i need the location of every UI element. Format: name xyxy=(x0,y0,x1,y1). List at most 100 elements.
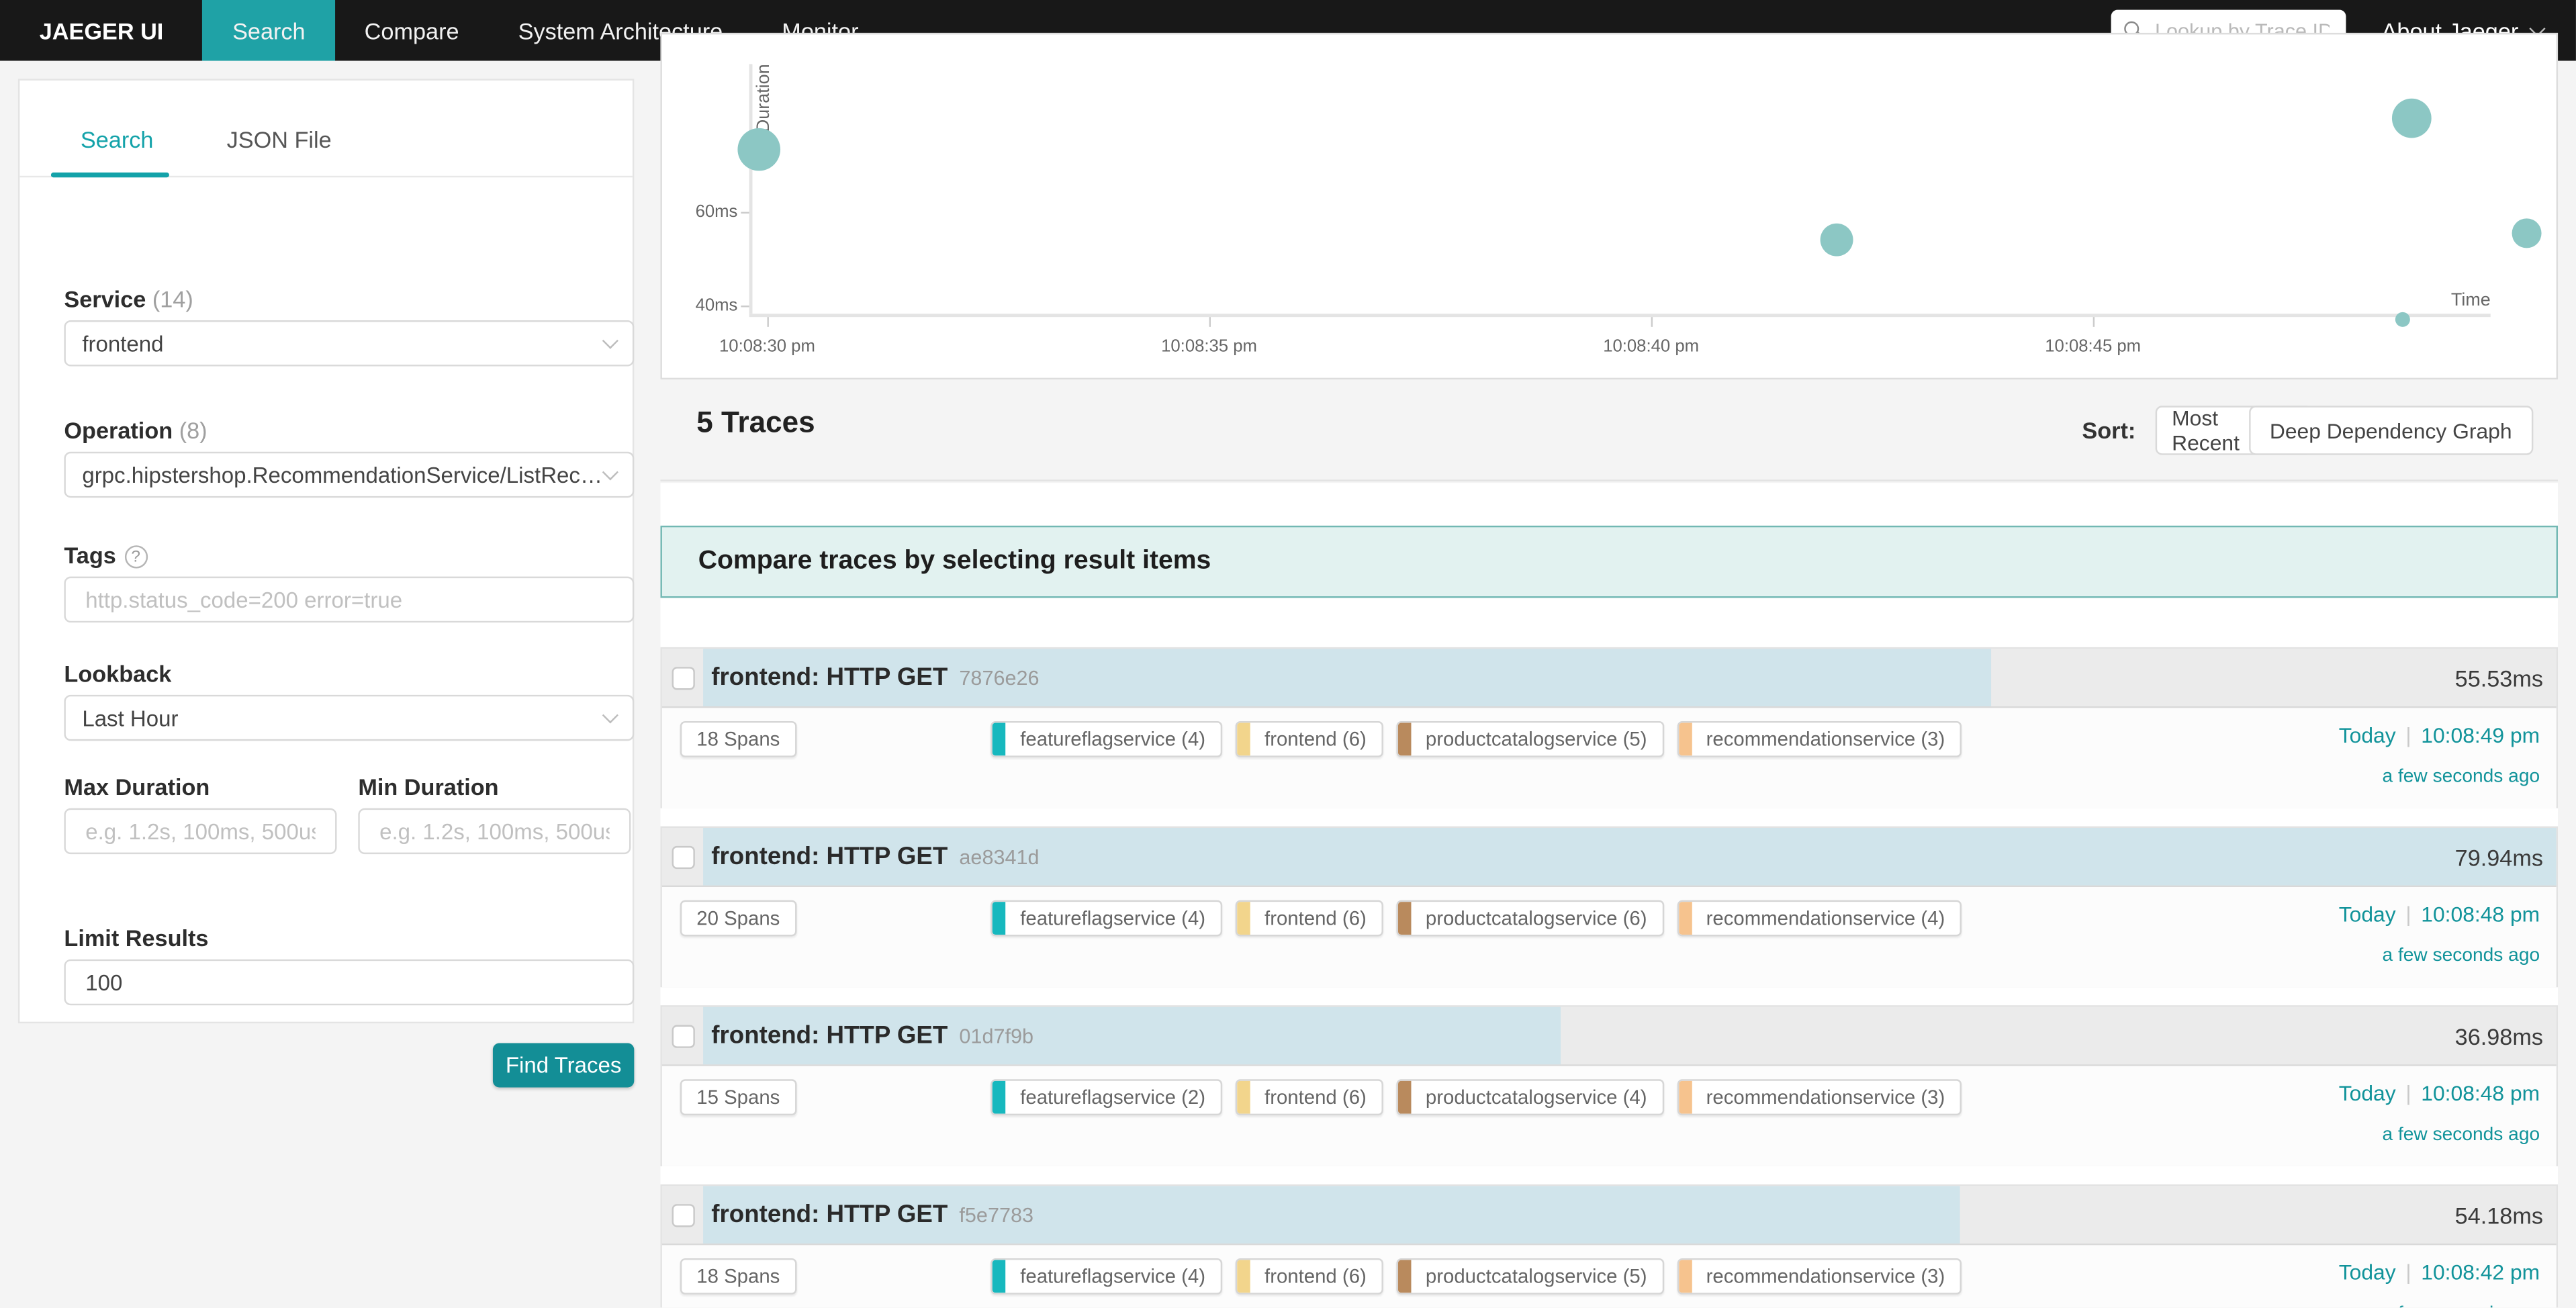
trace-relative-time: a few seconds ago xyxy=(2383,1304,2540,1307)
trace-compare-checkbox[interactable] xyxy=(672,667,695,690)
trace-card-header: frontend: HTTP GETf5e7783 54.18ms xyxy=(662,1186,2557,1245)
trace-card-body: 18 Spans featureflagservice (4)frontend … xyxy=(662,1245,2557,1307)
trace-title[interactable]: frontend: HTTP GET01d7f9b xyxy=(711,1022,1033,1050)
service-color-swatch xyxy=(1397,1260,1411,1293)
trace-title[interactable]: frontend: HTTP GETf5e7783 xyxy=(711,1201,1033,1229)
max-duration-input[interactable] xyxy=(82,817,318,845)
service-tags: featureflagservice (2)frontend (6)produc… xyxy=(991,1079,1962,1115)
trace-id: 7876e26 xyxy=(959,667,1039,690)
service-tag: productcatalogservice (6) xyxy=(1396,900,1663,937)
trace-relative-time: a few seconds ago xyxy=(2383,1125,2540,1145)
x-tick-label: 10:08:30 pm xyxy=(693,337,841,357)
tags-input[interactable] xyxy=(82,586,616,614)
tags-label: Tags? xyxy=(64,542,147,568)
y-axis-title: Duration xyxy=(754,64,774,132)
service-color-swatch xyxy=(993,1260,1006,1293)
x-tick-mark xyxy=(1209,317,1211,327)
trace-duration: 79.94ms xyxy=(2455,844,2543,870)
trace-scatter-point[interactable] xyxy=(2395,312,2409,327)
limit-results-field xyxy=(64,960,634,1005)
trace-id: f5e7783 xyxy=(959,1204,1033,1227)
service-color-swatch xyxy=(1678,1260,1692,1293)
trace-title[interactable]: frontend: HTTP GETae8341d xyxy=(711,843,1039,871)
x-tick-label: 10:08:35 pm xyxy=(1135,337,1283,357)
y-axis-line xyxy=(749,64,753,314)
trace-id: ae8341d xyxy=(959,846,1039,869)
service-color-swatch xyxy=(993,1081,1006,1114)
service-color-swatch xyxy=(1236,902,1250,935)
service-tag: featureflagservice (4) xyxy=(991,721,1222,757)
service-tag: frontend (6) xyxy=(1235,900,1383,937)
trace-list: frontend: HTTP GET7876e26 55.53ms 18 Spa… xyxy=(660,647,2558,1307)
y-tick-mark xyxy=(741,306,749,307)
tags-field xyxy=(64,577,634,622)
chevron-down-icon xyxy=(602,333,618,349)
datetime-separator: | xyxy=(2396,722,2422,747)
trace-result-card[interactable]: frontend: HTTP GET01d7f9b 36.98ms 15 Spa… xyxy=(660,1005,2558,1166)
trace-datetime: Today|10:08:42 pm xyxy=(2339,1260,2540,1284)
trace-time: 10:08:48 pm xyxy=(2421,902,2540,927)
trace-result-card[interactable]: frontend: HTTP GET7876e26 55.53ms 18 Spa… xyxy=(660,647,2558,808)
span-count-badge: 18 Spans xyxy=(680,1258,796,1295)
trace-title[interactable]: frontend: HTTP GET7876e26 xyxy=(711,663,1039,692)
trace-scatter-point[interactable] xyxy=(737,128,780,171)
service-tag: frontend (6) xyxy=(1235,1079,1383,1115)
trace-compare-checkbox[interactable] xyxy=(672,1204,695,1227)
lookback-label: Lookback xyxy=(64,660,171,686)
service-color-swatch xyxy=(1397,902,1411,935)
service-tag: recommendationservice (3) xyxy=(1677,1258,1962,1295)
service-tag: productcatalogservice (5) xyxy=(1396,1258,1663,1295)
tab-search[interactable]: Search xyxy=(81,126,154,152)
trace-result-card[interactable]: frontend: HTTP GETae8341d 79.94ms 20 Spa… xyxy=(660,827,2558,988)
x-tick-label: 10:08:45 pm xyxy=(2019,337,2167,357)
service-color-swatch xyxy=(993,722,1006,755)
duration-scatter-card: Duration Time 60ms40ms10:08:30 pm10:08:3… xyxy=(660,33,2558,379)
lookback-select[interactable]: Last Hour xyxy=(64,695,634,741)
trace-scatter-point[interactable] xyxy=(1821,223,1853,256)
compare-banner: Compare traces by selecting result items xyxy=(660,526,2558,598)
datetime-separator: | xyxy=(2396,1260,2422,1284)
chevron-down-icon xyxy=(602,707,618,723)
trace-date: Today xyxy=(2339,722,2396,747)
service-tag: recommendationservice (4) xyxy=(1677,900,1962,937)
lookback-value: Last Hour xyxy=(82,706,178,731)
trace-scatter-point[interactable] xyxy=(2391,99,2431,138)
service-select[interactable]: frontend xyxy=(64,320,634,366)
trace-duration: 55.53ms xyxy=(2455,665,2543,692)
min-duration-field xyxy=(358,808,631,854)
trace-duration: 54.18ms xyxy=(2455,1203,2543,1229)
trace-compare-checkbox[interactable] xyxy=(672,846,695,869)
sort-label: Sort: xyxy=(2082,417,2135,443)
service-tag: featureflagservice (4) xyxy=(991,1258,1222,1295)
trace-compare-checkbox[interactable] xyxy=(672,1025,695,1048)
x-axis-line xyxy=(749,314,2491,317)
x-tick-label: 10:08:40 pm xyxy=(1577,337,1725,357)
trace-scatter-point[interactable] xyxy=(2512,218,2541,248)
trace-result-card[interactable]: frontend: HTTP GETf5e7783 54.18ms 18 Spa… xyxy=(660,1184,2558,1307)
trace-card-body: 20 Spans featureflagservice (4)frontend … xyxy=(662,887,2557,987)
service-count: (14) xyxy=(152,286,193,312)
service-tag: productcatalogservice (5) xyxy=(1396,721,1663,757)
trace-duration: 36.98ms xyxy=(2455,1023,2543,1049)
trace-time: 10:08:42 pm xyxy=(2421,1260,2540,1284)
service-tags: featureflagservice (4)frontend (6)produc… xyxy=(991,1258,1962,1295)
operation-value: grpc.hipstershop.RecommendationService/L… xyxy=(82,463,604,487)
service-color-swatch xyxy=(1397,1081,1411,1114)
nav-item-compare[interactable]: Compare xyxy=(335,0,489,61)
help-icon[interactable]: ? xyxy=(124,545,147,568)
service-color-swatch xyxy=(1678,1081,1692,1114)
service-tag: recommendationservice (3) xyxy=(1677,1079,1962,1115)
jaeger-search-page: JAEGER UI SearchCompareSystem Architectu… xyxy=(0,0,2576,1307)
operation-select[interactable]: grpc.hipstershop.RecommendationService/L… xyxy=(64,452,634,498)
tab-json-file[interactable]: JSON File xyxy=(227,126,332,152)
service-tag: featureflagservice (2) xyxy=(991,1079,1222,1115)
min-duration-input[interactable] xyxy=(376,817,612,845)
limit-results-input[interactable] xyxy=(82,968,616,996)
find-traces-button[interactable]: Find Traces xyxy=(493,1043,634,1087)
app-brand[interactable]: JAEGER UI xyxy=(0,0,203,61)
nav-item-search[interactable]: Search xyxy=(203,0,335,61)
span-count-badge: 15 Spans xyxy=(680,1079,796,1115)
x-axis-title: Time xyxy=(2451,291,2491,310)
deep-dependency-graph-button[interactable]: Deep Dependency Graph xyxy=(2248,406,2533,455)
trace-time: 10:08:49 pm xyxy=(2421,722,2540,747)
